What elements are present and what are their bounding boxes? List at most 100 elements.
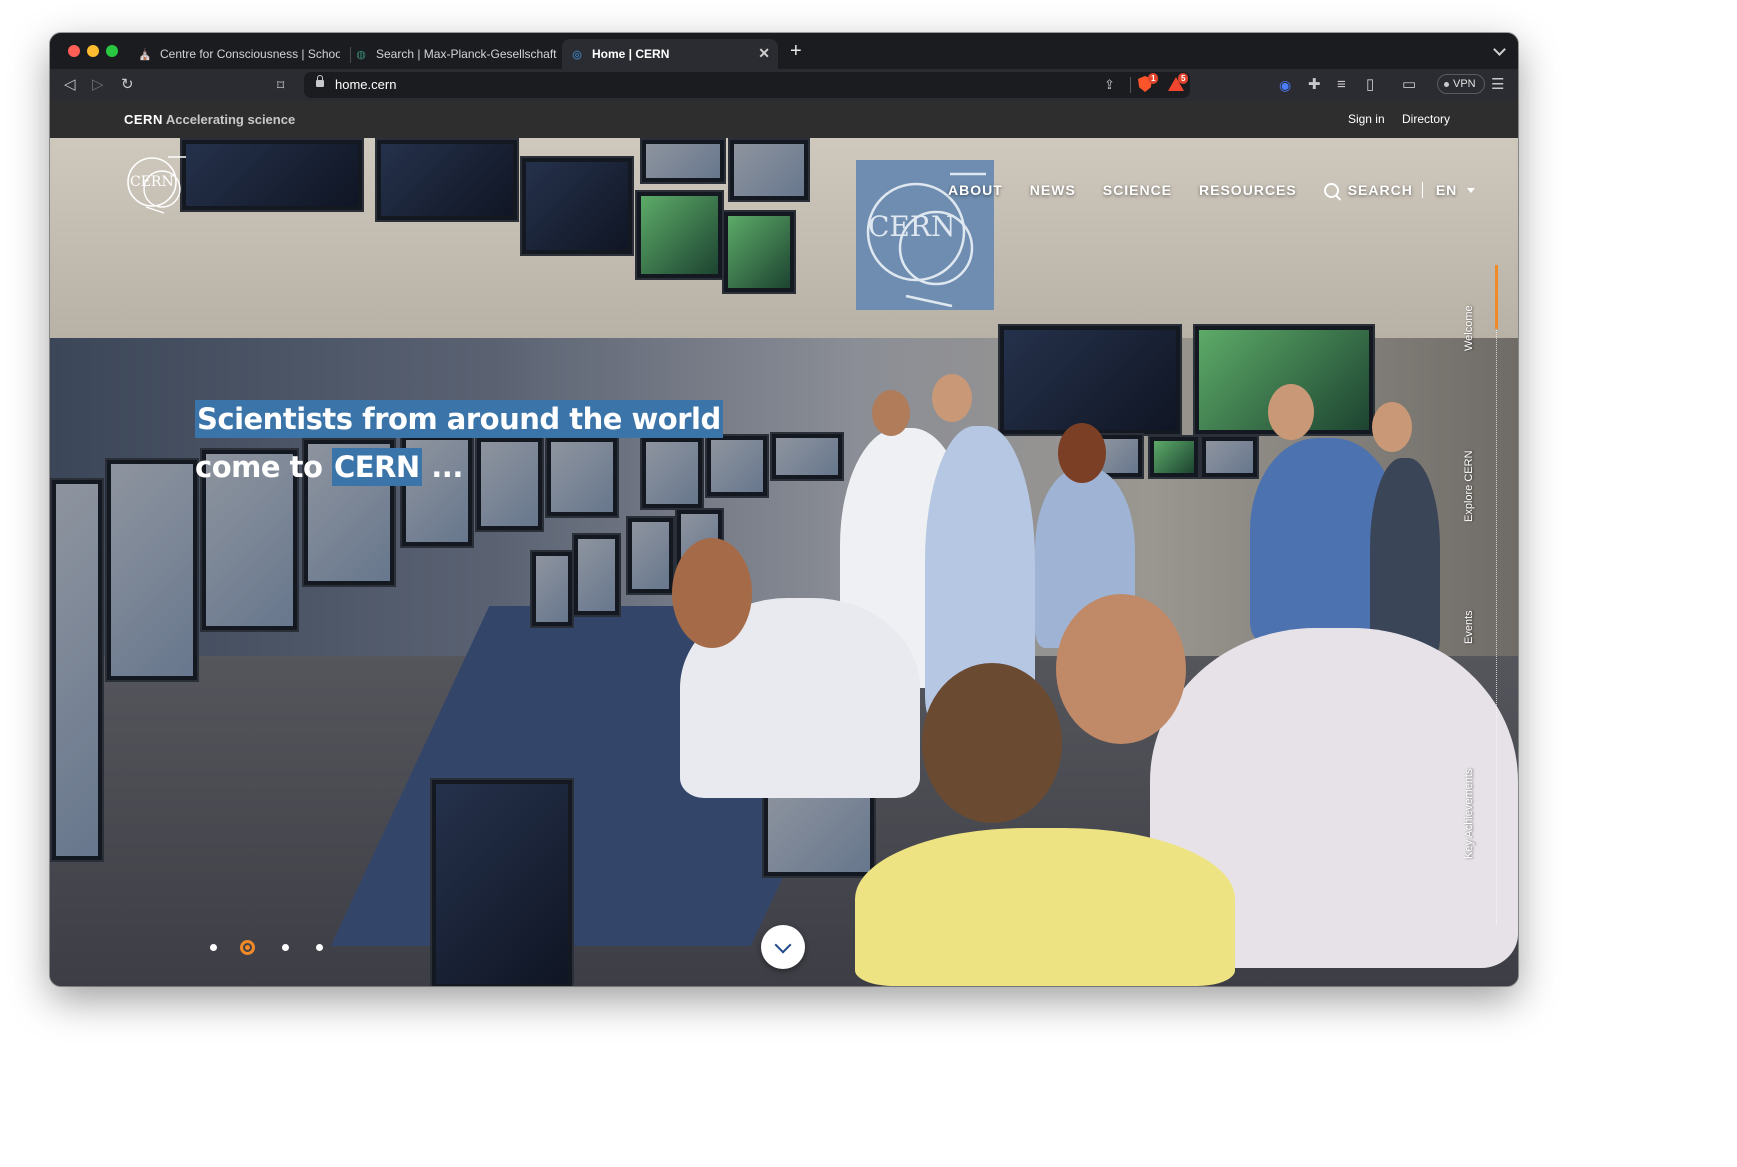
nav-resources[interactable]: RESOURCES	[1199, 182, 1297, 198]
section-rail-indicator	[1495, 265, 1498, 329]
carousel-dot-active[interactable]	[240, 940, 255, 955]
extension-circle-icon[interactable]: ◉	[1279, 75, 1291, 95]
tab-centre-for-consciousness[interactable]: ⛪ Centre for Consciousness | School of	[138, 39, 344, 69]
nav-search-label: SEARCH	[1347, 182, 1413, 198]
tab-strip: ⛪ Centre for Consciousness | School of ◍…	[50, 33, 1518, 69]
url-divider	[1130, 77, 1131, 93]
tab-list-chevron-icon[interactable]	[1493, 43, 1506, 56]
vpn-button[interactable]: VPN	[1437, 74, 1485, 94]
nav-science[interactable]: SCIENCE	[1103, 182, 1172, 198]
maximize-window-button[interactable]	[106, 45, 118, 57]
wallet-icon[interactable]: ▭	[1402, 75, 1416, 95]
site-topbar: CERN Accelerating science Sign in Directo…	[50, 101, 1518, 138]
carousel-dots	[210, 940, 350, 955]
desk-monitor	[770, 432, 844, 481]
browser-toolbar: ◁ ▷ ↻ ⌑ home.cern ⇪ 1 5 ◉ ✚ ≡ ▯ ▭ VPN ☰	[50, 69, 1518, 101]
desk-monitor	[50, 478, 104, 862]
bookmark-icon[interactable]: ⌑	[277, 75, 284, 95]
banner-text: CERN	[868, 210, 955, 243]
nav-about[interactable]: ABOUT	[948, 182, 1003, 198]
playlist-icon[interactable]: ≡	[1337, 75, 1346, 95]
close-window-button[interactable]	[68, 45, 80, 57]
directory-link[interactable]: Directory	[1402, 112, 1450, 126]
section-rail	[1496, 265, 1499, 925]
headline-line1: Scientists from around the world	[195, 400, 723, 438]
sign-in-link[interactable]: Sign in	[1348, 112, 1385, 126]
brand-tagline: Accelerating science	[165, 112, 296, 127]
person-head	[922, 663, 1062, 823]
language-label: EN	[1435, 182, 1458, 198]
vpn-label: VPN	[1453, 78, 1476, 90]
person-head	[1372, 402, 1412, 452]
new-tab-button[interactable]: +	[790, 41, 802, 61]
logo-text: CERN	[130, 174, 174, 190]
rewards-badge: 5	[1178, 73, 1189, 84]
language-selector[interactable]: EN	[1436, 182, 1457, 198]
desk-monitor	[105, 458, 199, 682]
person-head	[932, 374, 972, 422]
person	[855, 828, 1235, 986]
desk-monitor	[626, 516, 675, 595]
person-head	[1056, 594, 1186, 744]
url-text[interactable]: home.cern	[335, 77, 396, 92]
browser-window: ⛪ Centre for Consciousness | School of ◍…	[50, 33, 1518, 986]
overhead-monitor	[722, 210, 796, 294]
overhead-monitor	[520, 156, 634, 256]
lock-icon	[316, 75, 324, 87]
wall-monitor	[998, 324, 1182, 436]
carousel-dot[interactable]	[282, 944, 289, 951]
hero-image: CERN CERN ABOUT NEWS SCIENCE RESOURCES S…	[50, 138, 1518, 986]
scroll-down-button[interactable]	[761, 925, 805, 969]
overhead-monitor	[728, 138, 810, 202]
cern-logo[interactable]: CERN	[124, 155, 186, 217]
cern-website: CERN Accelerating science Sign in Directo…	[50, 101, 1518, 986]
carousel-dot[interactable]	[210, 944, 217, 951]
address-bar[interactable]: home.cern ⇪ 1 5	[304, 72, 1190, 98]
headline-line2-suffix: ...	[421, 450, 463, 484]
person	[1370, 458, 1440, 658]
close-tab-icon[interactable]: ✕	[758, 46, 770, 60]
menu-icon[interactable]: ☰	[1491, 75, 1504, 95]
chevron-down-icon[interactable]	[1467, 187, 1476, 193]
section-welcome[interactable]: Welcome	[1463, 291, 1475, 351]
forward-icon[interactable]: ▷	[92, 75, 104, 95]
carousel-dot[interactable]	[316, 944, 323, 951]
person-head	[1268, 384, 1314, 440]
share-icon[interactable]: ⇪	[1104, 77, 1115, 93]
section-explore-cern[interactable]: Explore CERN	[1463, 432, 1475, 522]
tab-title: Home | CERN	[592, 47, 670, 61]
tab-max-planck-search[interactable]: ◍ Search | Max-Planck-Gesellschaft	[354, 39, 560, 69]
hero-headline: Scientists from around the world come to…	[195, 395, 723, 491]
headline-line2: come to CERN ...	[195, 443, 723, 491]
headline-highlight: CERN	[331, 448, 422, 486]
brand-name: CERN	[124, 112, 163, 127]
person-head	[672, 538, 752, 648]
nav-search[interactable]: SEARCH	[1323, 182, 1413, 198]
overhead-monitor	[640, 138, 726, 184]
overhead-monitor	[375, 138, 519, 222]
overhead-monitor	[635, 190, 724, 280]
minimize-window-button[interactable]	[87, 45, 99, 57]
nav-news[interactable]: NEWS	[1030, 182, 1076, 198]
person-head	[1058, 423, 1106, 483]
foreground-monitor	[430, 778, 574, 986]
desk-monitor	[1148, 435, 1200, 479]
headline-line2-prefix: come to	[195, 450, 332, 484]
desk-monitor	[530, 550, 574, 628]
vpn-status-icon	[1444, 81, 1449, 87]
desk-monitor	[1200, 435, 1259, 479]
search-icon	[1323, 182, 1339, 198]
tab-home-cern[interactable]: ◎ Home | CERN ✕	[562, 39, 778, 69]
extensions-puzzle-icon[interactable]: ✚	[1308, 75, 1321, 95]
section-key-achievements[interactable]: Key Achievements	[1463, 739, 1475, 860]
crest-icon: ⛪	[138, 48, 152, 61]
brand[interactable]: CERN Accelerating science	[124, 112, 295, 127]
desk-monitor	[572, 533, 621, 617]
back-icon[interactable]: ◁	[64, 75, 76, 95]
person-head	[872, 390, 910, 436]
reload-icon[interactable]: ↻	[121, 75, 134, 95]
nav-divider	[1421, 182, 1423, 198]
sidebar-icon[interactable]: ▯	[1366, 75, 1374, 95]
section-events[interactable]: Events	[1463, 594, 1475, 644]
mpg-icon: ◍	[356, 48, 366, 61]
